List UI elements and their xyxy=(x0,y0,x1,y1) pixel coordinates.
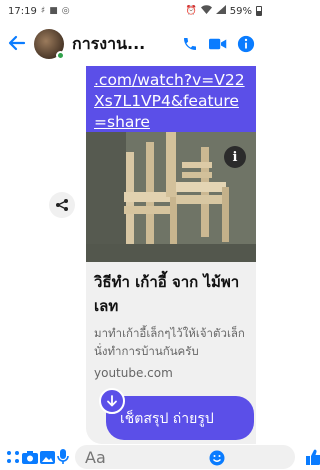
card-domain: youtube.com xyxy=(94,366,173,380)
video-call-icon[interactable] xyxy=(204,37,232,51)
status-left: 17:19 ♯ ■ ◎ xyxy=(8,6,70,17)
link-message-bubble[interactable]: .com/watch?v=V22Xs7L1VP4&feature=share xyxy=(86,66,256,132)
emoji-icon[interactable] xyxy=(206,447,228,469)
video-thumbnail[interactable]: i xyxy=(86,132,256,262)
signal-icon xyxy=(215,5,226,17)
share-icon xyxy=(56,199,68,211)
avatar[interactable] xyxy=(34,29,65,60)
messenger-notification-icon: ◎ xyxy=(61,6,70,16)
next-message-bubble[interactable]: เช็ตสรุป ถ่ายรูป xyxy=(106,396,254,440)
back-arrow-icon[interactable] xyxy=(8,34,30,55)
notification-icon: ♯ xyxy=(40,6,46,16)
status-time: 17:19 xyxy=(8,5,37,17)
message-composer xyxy=(0,444,320,470)
card-title: วิธีทำ เก้าอี้ จาก ไม้พาเลท xyxy=(94,273,240,315)
battery-icon xyxy=(256,6,262,16)
battery-percent: 59% xyxy=(229,5,252,17)
status-bar: 17:19 ♯ ■ ◎ ⏰ 59% xyxy=(0,0,268,22)
video-info-icon[interactable]: i xyxy=(224,146,246,168)
card-body: วิธีทำ เก้าอี้ จาก ไม้พาเลท มาทำเก้าอี้เ… xyxy=(86,262,256,380)
chat-title[interactable]: การงาน... xyxy=(72,32,176,57)
wifi-icon xyxy=(200,5,212,17)
chat-thread[interactable]: .com/watch?v=V22Xs7L1VP4&feature=share i… xyxy=(0,66,268,444)
arrow-down-icon xyxy=(107,395,117,407)
chat-header: การงาน... xyxy=(0,22,268,66)
info-icon[interactable] xyxy=(232,35,260,53)
phone-icon[interactable] xyxy=(176,36,204,52)
microphone-icon[interactable] xyxy=(57,446,69,468)
camera-icon[interactable] xyxy=(22,446,38,468)
share-button[interactable] xyxy=(49,192,75,218)
message-input[interactable] xyxy=(75,445,295,469)
message-link[interactable]: .com/watch?v=V22Xs7L1VP4&feature=share xyxy=(94,70,248,133)
status-right: ⏰ 59% xyxy=(186,5,262,17)
alarm-icon: ⏰ xyxy=(185,6,197,16)
online-indicator xyxy=(56,51,65,60)
gallery-icon[interactable] xyxy=(40,446,55,468)
like-icon[interactable] xyxy=(305,446,320,468)
card-description: มาทำเก้าอี้เล็กๆไว้ให้เจ้าตัวเล็กนั่งทำก… xyxy=(94,326,245,358)
scroll-down-button[interactable] xyxy=(99,388,125,414)
more-actions-icon[interactable] xyxy=(6,446,20,468)
gallery-notification-icon: ■ xyxy=(49,6,58,16)
